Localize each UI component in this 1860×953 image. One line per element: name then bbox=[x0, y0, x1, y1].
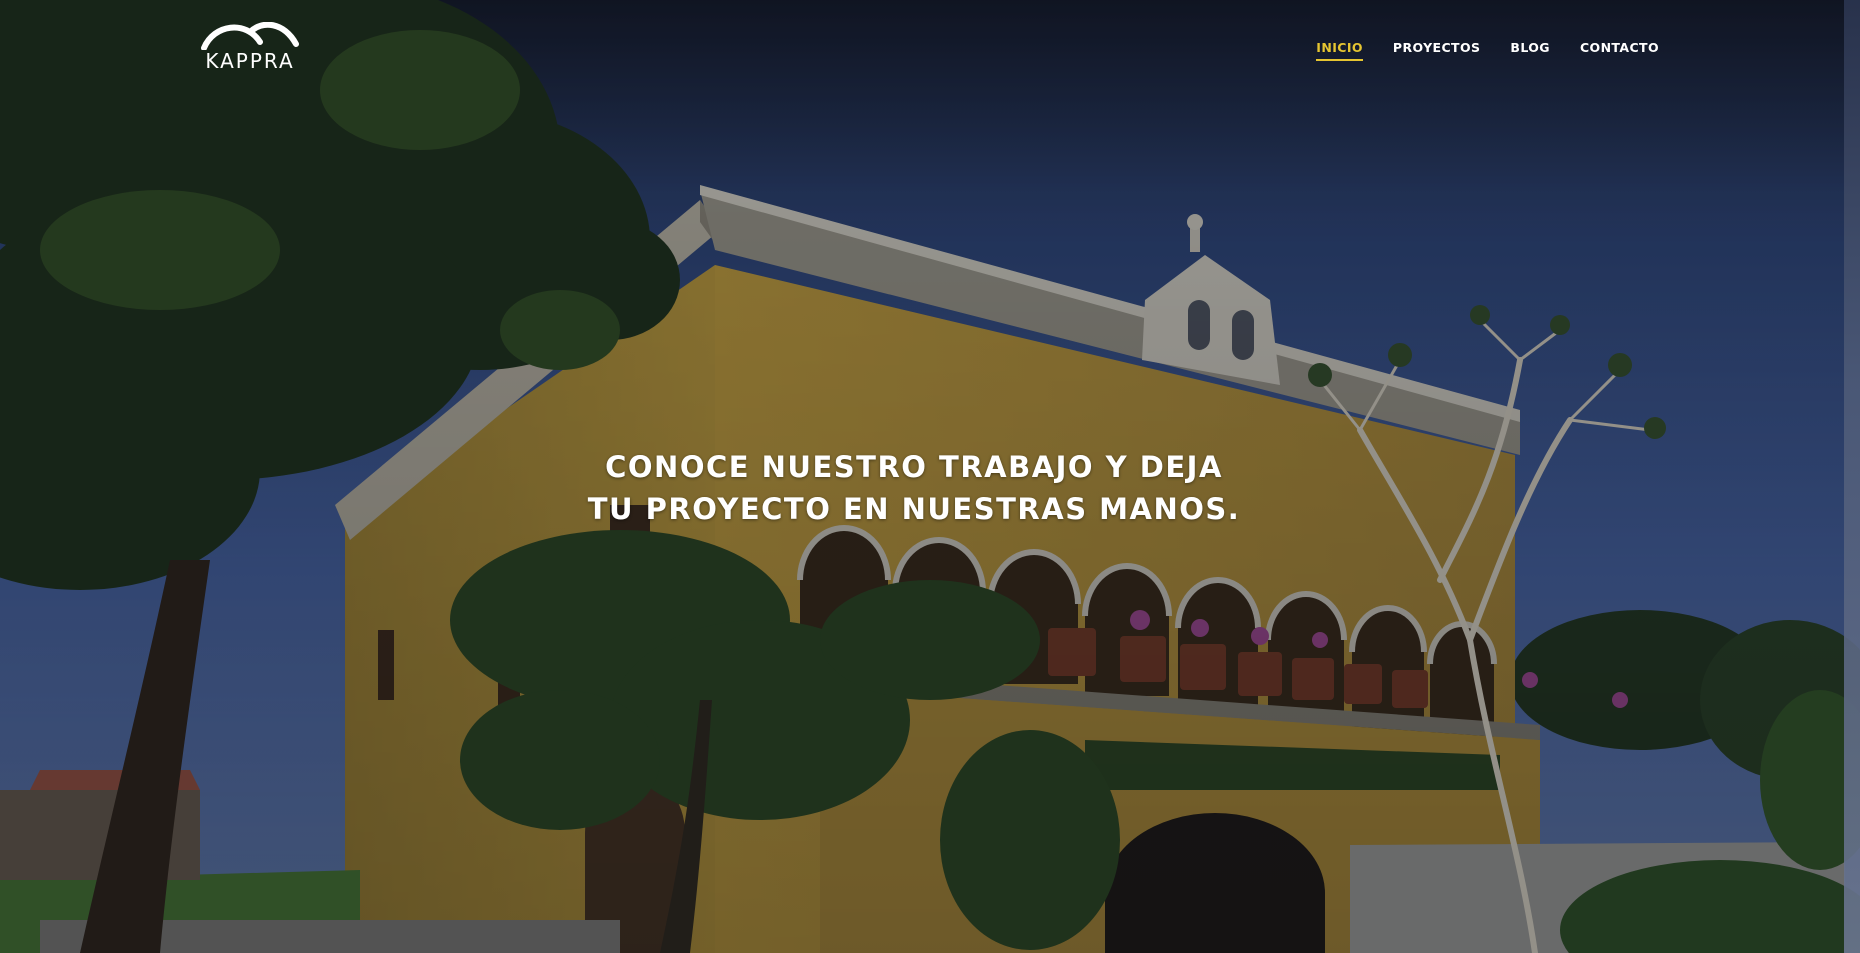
headline-line-2: TU PROYECTO EN NUESTRAS MANOS. bbox=[587, 492, 1241, 526]
nav-item-blog[interactable]: BLOG bbox=[1510, 40, 1550, 61]
brand-name: KAPPRA bbox=[205, 49, 295, 73]
nav-item-proyectos[interactable]: PROYECTOS bbox=[1393, 40, 1481, 61]
hero-headline: CONOCE NUESTRO TRABAJO Y DEJA TU PROYECT… bbox=[0, 446, 1828, 530]
nav-item-contacto[interactable]: CONTACTO bbox=[1580, 40, 1659, 61]
nav-item-inicio[interactable]: INICIO bbox=[1316, 40, 1363, 61]
logo-arch-icon bbox=[201, 22, 299, 50]
brand-logo[interactable]: KAPPRA bbox=[194, 22, 306, 74]
main-nav: INICIO PROYECTOS BLOG CONTACTO bbox=[1316, 40, 1659, 61]
scrollbar[interactable] bbox=[1844, 0, 1860, 953]
headline-line-1: CONOCE NUESTRO TRABAJO Y DEJA bbox=[605, 450, 1223, 484]
site-header: KAPPRA INICIO PROYECTOS BLOG CONTACTO bbox=[0, 0, 1860, 100]
